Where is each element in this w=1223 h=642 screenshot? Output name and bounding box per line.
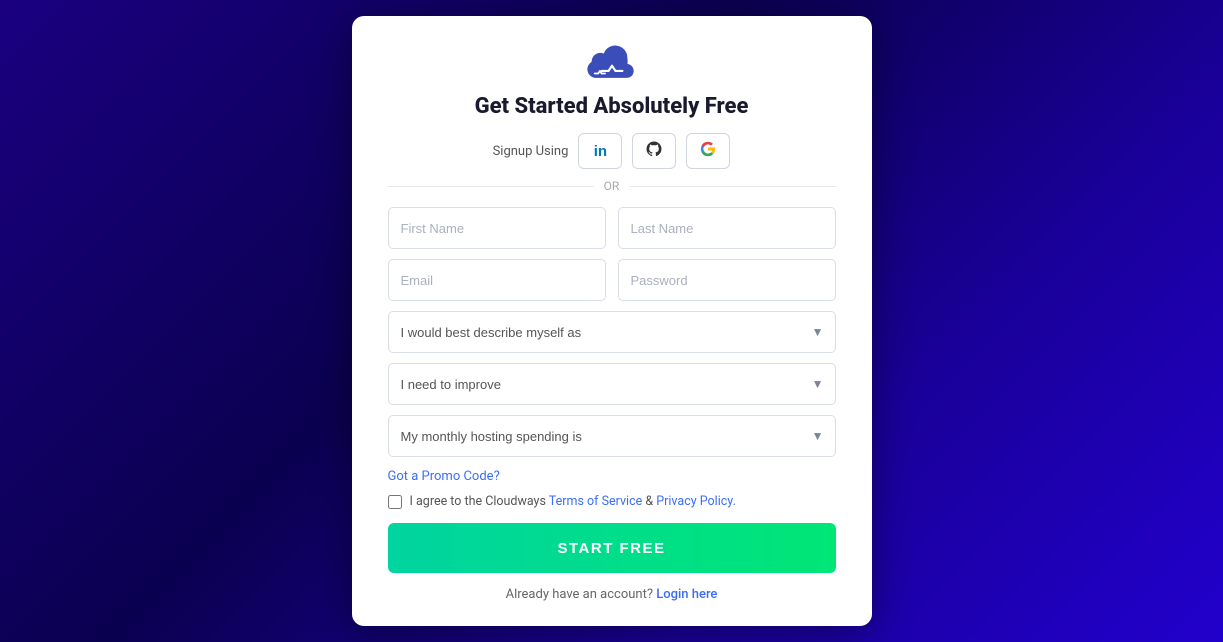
hosting-select[interactable]: My monthly hosting spending is Less than… [388, 415, 836, 457]
last-name-input[interactable] [618, 207, 836, 249]
name-row [388, 207, 836, 249]
signup-card: Get Started Absolutely Free Signup Using… [352, 16, 872, 626]
linkedin-button[interactable]: in [578, 133, 622, 169]
or-text: OR [604, 179, 620, 193]
agree-row: I agree to the Cloudways Terms of Servic… [388, 494, 836, 509]
describe-select[interactable]: I would best describe myself as Develope… [388, 311, 836, 353]
improve-select-wrapper: I need to improve Site Performance Secur… [388, 363, 836, 405]
agree-text: I agree to the Cloudways Terms of Servic… [410, 494, 736, 509]
promo-code-link[interactable]: Got a Promo Code? [388, 469, 836, 484]
linkedin-icon: in [594, 143, 607, 160]
describe-select-wrapper: I would best describe myself as Develope… [388, 311, 836, 353]
signup-label: Signup Using [493, 144, 569, 159]
agree-text-before: I agree to the Cloudways [410, 494, 546, 509]
first-name-input[interactable] [388, 207, 606, 249]
github-button[interactable] [632, 133, 676, 169]
login-text: Already have an account? [506, 587, 653, 602]
or-divider: OR [388, 179, 836, 193]
login-link[interactable]: Login here [656, 587, 717, 602]
google-icon [699, 140, 717, 163]
signup-row: Signup Using in [388, 133, 836, 169]
agree-checkbox[interactable] [388, 495, 402, 509]
logo-area [388, 44, 836, 84]
login-row: Already have an account? Login here [388, 587, 836, 602]
email-input[interactable] [388, 259, 606, 301]
credentials-row [388, 259, 836, 301]
page-title: Get Started Absolutely Free [388, 94, 836, 119]
and-text: & [645, 494, 656, 509]
privacy-link[interactable]: Privacy Policy. [656, 494, 736, 509]
password-input[interactable] [618, 259, 836, 301]
terms-link[interactable]: Terms of Service [549, 494, 642, 509]
hosting-select-wrapper: My monthly hosting spending is Less than… [388, 415, 836, 457]
github-icon [645, 140, 663, 163]
google-button[interactable] [686, 133, 730, 169]
improve-select[interactable]: I need to improve Site Performance Secur… [388, 363, 836, 405]
cloud-logo-icon [586, 44, 638, 84]
start-free-button[interactable]: START FREE [388, 523, 836, 573]
